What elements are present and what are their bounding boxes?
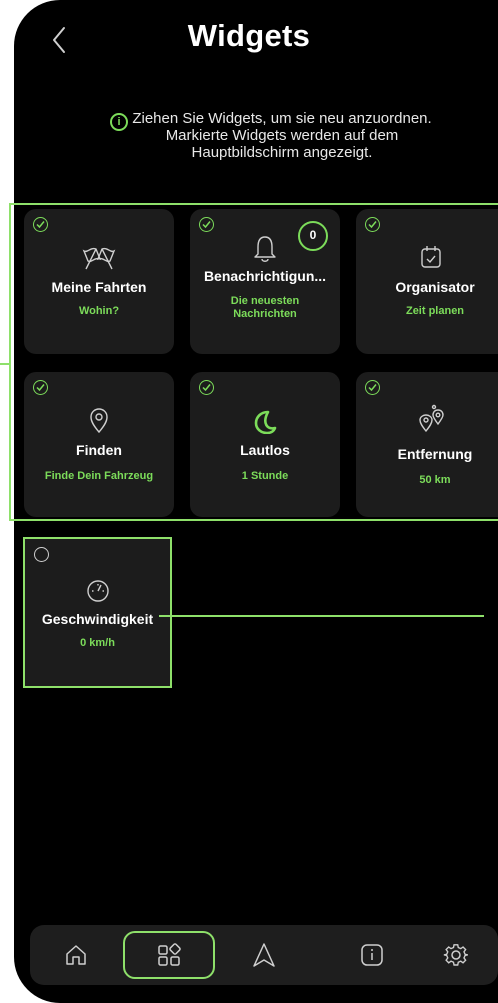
widget-subtitle: 0 km/h — [80, 637, 115, 649]
selected-widgets-frame — [9, 203, 498, 521]
page-title: Widgets — [187, 18, 311, 53]
widget-geschwindigkeit[interactable]: Geschwindigkeit 0 km/h — [23, 537, 172, 688]
nav-settings[interactable] — [430, 931, 482, 979]
hint-text: Ziehen Sie Widgets, um sie neu anzuordne… — [132, 110, 432, 161]
nav-home[interactable] — [50, 931, 102, 979]
widgets-grid-icon — [158, 943, 181, 966]
speedometer-icon — [86, 580, 109, 602]
frame-connector-line — [0, 363, 9, 365]
navigation-arrow-icon — [253, 943, 275, 967]
info-icon: i — [110, 113, 128, 131]
nav-info[interactable] — [346, 931, 398, 979]
home-icon — [66, 945, 86, 965]
info-icon — [361, 944, 383, 966]
frame-connector-line — [159, 615, 484, 617]
bottom-nav — [30, 925, 498, 985]
unselected-circle-icon[interactable] — [34, 547, 49, 562]
widget-name: Geschwindigkeit — [41, 611, 154, 627]
nav-widgets[interactable] — [123, 931, 215, 979]
nav-navigation[interactable] — [238, 931, 290, 979]
gear-icon — [443, 944, 468, 966]
